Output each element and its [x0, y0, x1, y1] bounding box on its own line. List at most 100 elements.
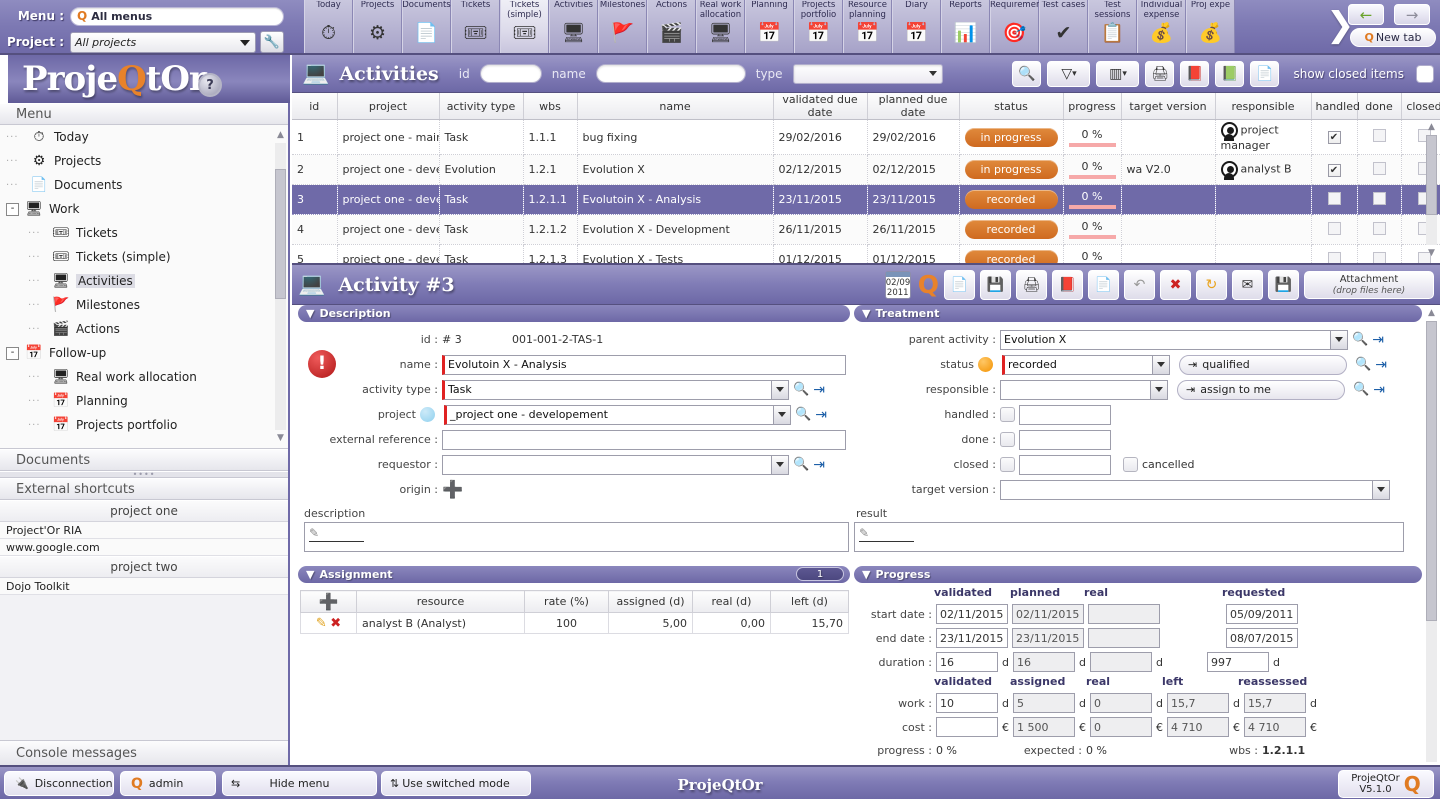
handled-checkbox[interactable] [1328, 192, 1341, 205]
end-date-requested[interactable]: 08/07/2015 [1226, 628, 1298, 648]
tab-planning[interactable]: Planning📅 [745, 0, 794, 53]
chevron-down-icon[interactable] [1372, 481, 1389, 499]
cost-validated[interactable] [936, 717, 998, 737]
shortcut-link[interactable]: www.google.com [0, 539, 288, 556]
column-header[interactable]: status [959, 93, 1063, 120]
tab-diary[interactable]: Diary📅 [892, 0, 941, 53]
start-date-requested[interactable]: 05/09/2011 [1226, 604, 1298, 624]
tab-projects[interactable]: Projects⚙ [353, 0, 402, 53]
column-header[interactable]: progress [1063, 93, 1121, 120]
columns-button[interactable]: ▥▾ [1096, 61, 1139, 87]
filter-name-input[interactable] [596, 64, 746, 83]
search-icon[interactable]: 🔍 [793, 457, 809, 472]
done-date-input[interactable] [1019, 430, 1111, 450]
sidebar-item-follow-up[interactable]: -📅Follow-up [0, 341, 288, 365]
scroll-up-icon[interactable]: ▲ [1426, 121, 1437, 133]
search-icon[interactable]: 🔍 [793, 382, 809, 397]
column-header[interactable]: project [337, 93, 439, 120]
delete-button[interactable]: ✖ [1160, 270, 1191, 300]
goto-icon[interactable]: ⇥ [1372, 332, 1384, 348]
column-header[interactable]: closed [1401, 93, 1440, 120]
column-header[interactable]: responsible [1215, 93, 1311, 120]
chevron-down-icon[interactable]: ▾ [1072, 69, 1077, 79]
back-button[interactable]: ← [1348, 4, 1384, 25]
start-date-validated[interactable]: 02/11/2015 [936, 604, 1008, 624]
tab-projects-portfolio[interactable]: Projects portfolio📅 [794, 0, 843, 53]
handled-checkbox[interactable] [1000, 407, 1015, 422]
section-progress[interactable]: ▼ Progress [854, 566, 1422, 583]
goto-icon[interactable]: ⇥ [1375, 357, 1387, 373]
project-select[interactable]: All projects [70, 32, 256, 53]
sidebar-item-activities[interactable]: ···🖥Activities [0, 269, 288, 293]
assignment-row[interactable]: ✎ ✖analyst B (Analyst)1005,000,0015,70 [301, 613, 849, 634]
sidebar-item-milestones[interactable]: ···🚩Milestones [0, 293, 288, 317]
result-memo[interactable]: ✎ [854, 522, 1404, 552]
sidebar-item-work[interactable]: -🖥Work [0, 197, 288, 221]
goto-icon[interactable]: ⇥ [813, 457, 825, 473]
scroll-down-icon[interactable]: ▼ [275, 432, 286, 444]
attachment-dropzone[interactable]: Attachment (drop files here) [1304, 271, 1434, 299]
forward-button[interactable]: → [1394, 4, 1430, 25]
export-pdf-button[interactable]: 📕 [1180, 61, 1209, 87]
handled-checkbox[interactable]: ✔ [1328, 131, 1341, 144]
scroll-thumb[interactable] [1426, 321, 1437, 621]
activity-type-select[interactable]: Task [442, 380, 789, 400]
search-icon[interactable]: 🔍 [1353, 382, 1369, 397]
sidebar-item-real-work-allocation[interactable]: ···🖥Real work allocation [0, 365, 288, 389]
closed-checkbox[interactable] [1000, 457, 1015, 472]
sidebar-item-today[interactable]: ···⏱Today [0, 125, 288, 149]
work-validated[interactable]: 10 [936, 693, 998, 713]
export-excel-button[interactable]: 📗 [1215, 61, 1244, 87]
column-header[interactable]: target version [1121, 93, 1215, 120]
handled-checkbox[interactable] [1328, 252, 1341, 264]
sidebar-scrollbar[interactable]: ▲ ▼ [275, 129, 286, 444]
sidebar-item-actions[interactable]: ···🎬Actions [0, 317, 288, 341]
filter-id-input[interactable] [480, 64, 542, 83]
tab-requirements[interactable]: Requirements🎯 [990, 0, 1039, 53]
chevron-down-icon[interactable]: ▾ [1122, 69, 1127, 79]
done-checkbox[interactable] [1373, 129, 1386, 142]
scroll-thumb[interactable] [1426, 135, 1437, 215]
table-row[interactable]: 4project one - developementTask1.2.1.2Ev… [292, 215, 1440, 245]
end-date-validated[interactable]: 23/11/2015 [936, 628, 1008, 648]
column-header[interactable]: planned due date [867, 93, 959, 120]
cancelled-checkbox[interactable] [1123, 457, 1138, 472]
tab-tickets-simple[interactable]: Tickets (simple)🎟 [500, 0, 549, 53]
print-button[interactable]: 🖨 [1016, 270, 1047, 300]
goto-icon[interactable]: ⇥ [813, 382, 825, 398]
tab-test-sessions[interactable]: Test sessions📋 [1088, 0, 1137, 53]
undo-button[interactable]: ↶ [1124, 270, 1155, 300]
tab-activities[interactable]: Activities🖥 [549, 0, 598, 53]
chevron-down-icon[interactable] [771, 456, 788, 474]
scroll-down-icon[interactable]: ▼ [1426, 247, 1437, 259]
tab-documents[interactable]: Documents📄 [402, 0, 451, 53]
search-icon[interactable]: 🔍 [1352, 332, 1368, 347]
project-select[interactable]: _project one - developement [444, 405, 791, 425]
done-checkbox[interactable] [1373, 162, 1386, 175]
tab-individual-expense[interactable]: Individual expense💰 [1137, 0, 1186, 53]
description-memo[interactable]: ✎ [304, 522, 849, 552]
save-as-button[interactable]: 💾 [1268, 270, 1299, 300]
column-header[interactable]: done [1357, 93, 1401, 120]
tab-proj-expe[interactable]: Proj expe💰 [1186, 0, 1235, 53]
qualified-button[interactable]: ⇥ qualified [1179, 355, 1347, 375]
filter-button[interactable]: ▽▾ [1047, 61, 1090, 87]
table-row[interactable]: 5project one - developementTask1.2.1.3Ev… [292, 245, 1440, 264]
column-header[interactable]: activity type [439, 93, 523, 120]
sidebar-splitter[interactable]: •••• [0, 471, 288, 478]
scroll-up-icon[interactable]: ▲ [275, 129, 286, 141]
handled-checkbox[interactable] [1328, 222, 1341, 235]
chevron-down-icon[interactable] [1330, 331, 1347, 349]
scroll-thumb[interactable] [275, 169, 286, 299]
duplicate-button[interactable]: 📄 [1088, 270, 1119, 300]
new-item-button[interactable]: 📄 [1250, 61, 1279, 87]
filter-type-select[interactable] [793, 64, 943, 84]
plus-icon[interactable]: ➕ [442, 483, 463, 497]
tab-today[interactable]: Today⏱ [304, 0, 353, 53]
show-closed-items-checkbox[interactable] [1416, 65, 1434, 83]
mail-button[interactable]: ✉ [1232, 270, 1263, 300]
handled-date-input[interactable] [1019, 405, 1111, 425]
print-button[interactable]: 🖨 [1145, 61, 1174, 87]
help-icon[interactable]: ? [198, 73, 222, 97]
sidebar-documents-header[interactable]: Documents [0, 449, 288, 471]
